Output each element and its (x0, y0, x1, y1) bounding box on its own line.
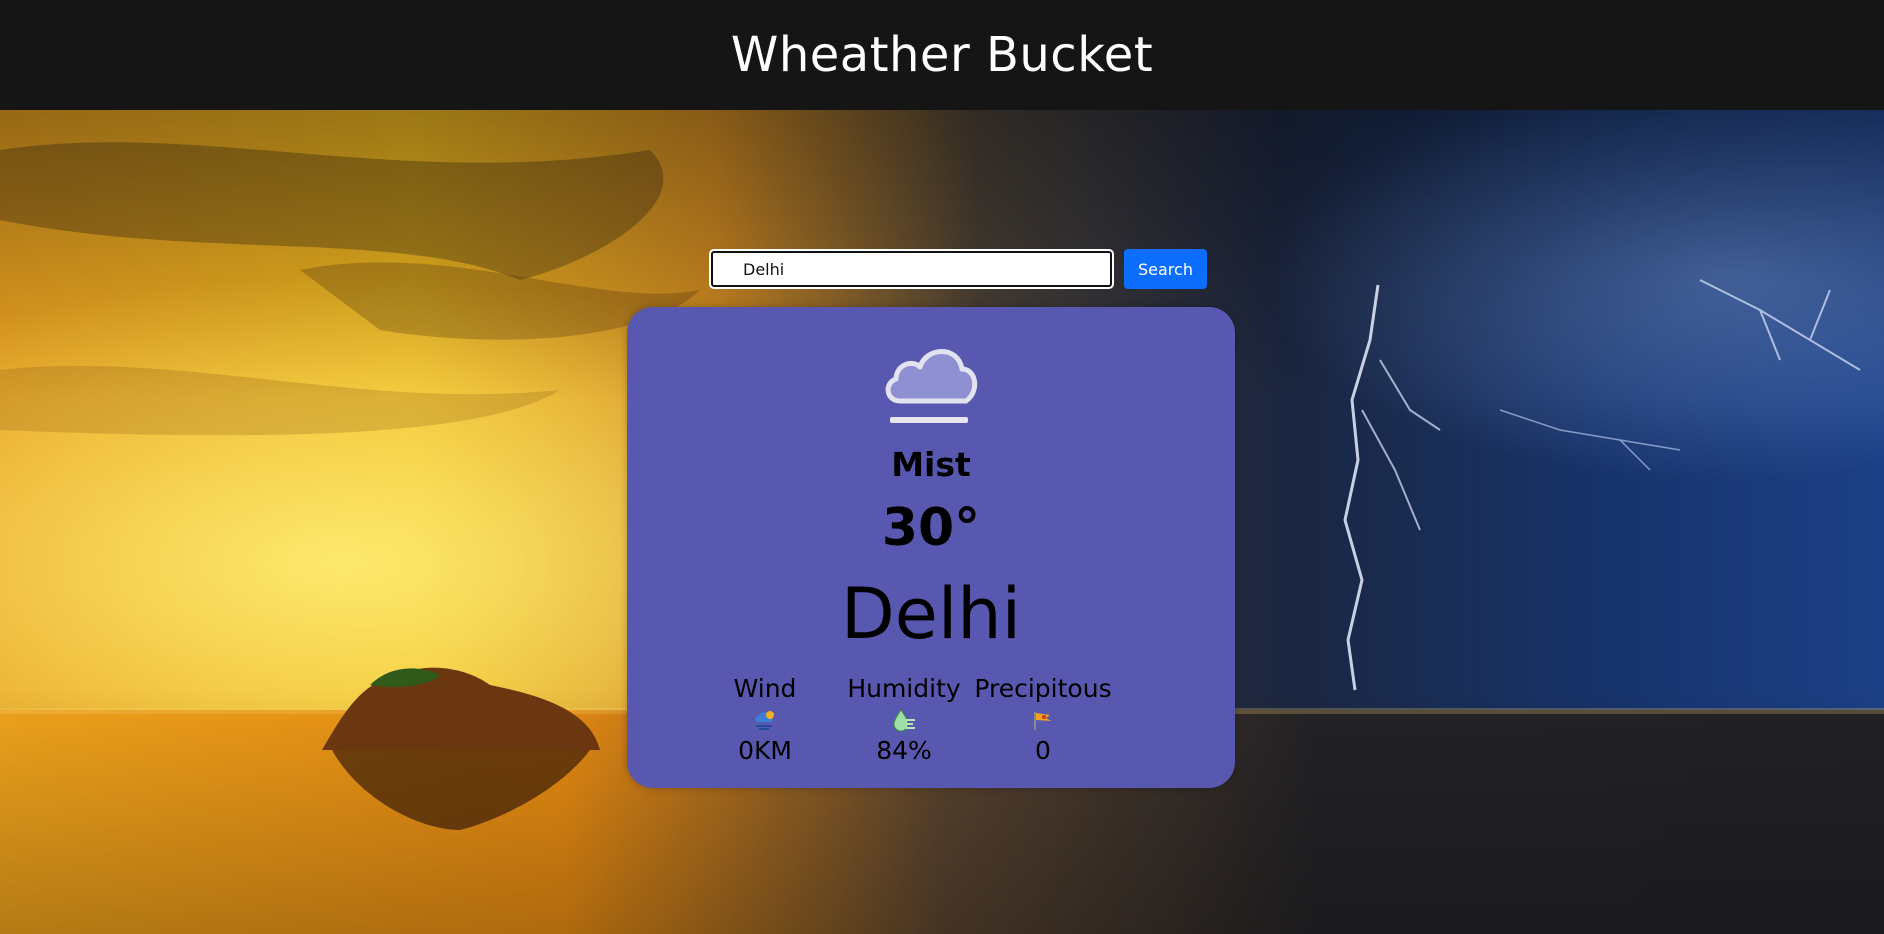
temperature: 30° (881, 498, 981, 558)
weather-app-page: Wheather Bucket Delhi Search Mist 30° De… (0, 0, 1884, 934)
wind-weather-icon (755, 711, 774, 730)
precipitation-flag-icon (1034, 712, 1051, 730)
stat-label: Wind (733, 674, 797, 703)
weather-condition: Mist (891, 445, 971, 484)
search-button[interactable]: Search (1124, 249, 1207, 289)
city-name: Delhi (840, 573, 1022, 655)
mist-cloud-icon (885, 349, 978, 423)
stat-label: Precipitous (974, 674, 1112, 703)
stat-humidity: Humidity 84% (824, 674, 984, 768)
stat-value: 84% (876, 736, 932, 765)
stat-value: 0KM (738, 736, 792, 765)
weather-card: Mist 30° Delhi Wind 0KM Humidity 84% Pre… (627, 307, 1235, 788)
humidity-drop-icon (893, 709, 915, 732)
app-title: Wheather Bucket (730, 27, 1154, 83)
search-bar: Search (709, 249, 1207, 289)
app-header: Wheather Bucket (0, 0, 1884, 110)
stat-precipitation: Precipitous 0 (963, 674, 1123, 768)
stat-value: 0 (1035, 736, 1051, 765)
stat-wind: Wind 0KM (685, 674, 845, 768)
stat-label: Humidity (847, 674, 961, 703)
city-search-input[interactable] (709, 249, 1114, 289)
